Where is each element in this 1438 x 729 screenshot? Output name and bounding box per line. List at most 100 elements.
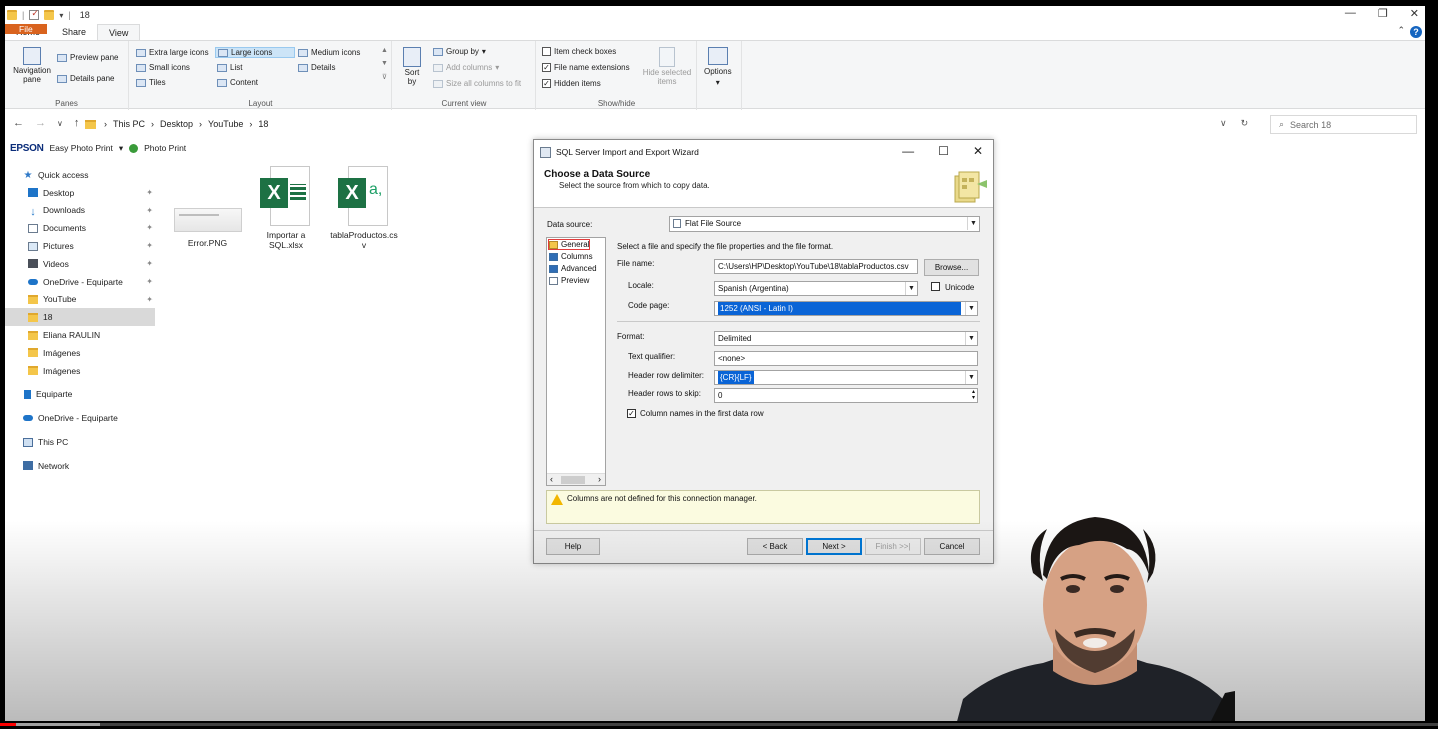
extra-large-icons-option[interactable]: Extra large icons xyxy=(136,48,209,57)
scroll-left-icon[interactable]: ‹ xyxy=(550,474,553,484)
locale-select[interactable]: Spanish (Argentina) ▼ xyxy=(714,281,918,296)
medium-icons-option[interactable]: Medium icons xyxy=(298,48,360,57)
recent-locations-icon[interactable]: ∨ xyxy=(57,119,63,129)
code-page-select[interactable]: 1252 (ANSI - Latin I) ▼ xyxy=(714,301,978,316)
folder-icon xyxy=(28,312,38,322)
photo-print-button[interactable]: Photo Print xyxy=(144,143,186,153)
collapse-ribbon-icon[interactable]: ⌃ xyxy=(1397,25,1405,36)
large-icons-option[interactable]: Large icons xyxy=(215,47,295,58)
tab-share[interactable]: Share xyxy=(51,24,97,40)
nav-item-onedrive-equiparte[interactable]: OneDrive - Equiparte ✦ xyxy=(5,273,155,291)
nav-item-18[interactable]: 18 xyxy=(5,308,155,327)
nav-quick-access[interactable]: ★ Quick access xyxy=(5,166,155,184)
options-button[interactable]: Options ▾ xyxy=(704,47,732,87)
address-dropdown-icon[interactable]: ∨ xyxy=(1220,118,1227,129)
scroll-right-icon[interactable]: › xyxy=(598,474,601,484)
nav-onedrive[interactable]: OneDrive - Equiparte xyxy=(5,409,155,427)
nav-item-downloads[interactable]: ↓ Downloads ✦ xyxy=(5,202,155,220)
breadcrumb-18[interactable]: 18 xyxy=(258,119,268,129)
tab-view[interactable]: View xyxy=(97,24,141,40)
properties-icon[interactable] xyxy=(29,8,40,20)
details-pane-button[interactable]: Details pane xyxy=(57,74,114,83)
nav-item-imagenes-2[interactable]: Imágenes xyxy=(5,362,155,380)
file-name-input[interactable]: C:\Users\HP\Desktop\YouTube\18\tablaProd… xyxy=(714,259,918,274)
tree-item-advanced[interactable]: Advanced xyxy=(549,264,597,273)
easy-photo-print-dropdown-icon[interactable]: ▾ xyxy=(119,143,123,154)
nav-item-desktop[interactable]: Desktop ✦ xyxy=(5,184,155,202)
text-qualifier-input[interactable]: <none> xyxy=(714,351,978,366)
header-rows-to-skip-stepper[interactable]: 0 ▴ ▾ xyxy=(714,388,978,403)
preview-pane-button[interactable]: Preview pane xyxy=(57,53,118,62)
size-all-columns-button[interactable]: Size all columns to fit xyxy=(433,79,521,88)
tree-item-general[interactable]: General xyxy=(547,239,591,250)
details-option[interactable]: Details xyxy=(298,63,335,72)
nav-item-pictures[interactable]: Pictures ✦ xyxy=(5,237,155,255)
format-select[interactable]: Delimited ▼ xyxy=(714,331,978,346)
column-names-checkbox[interactable]: ✓ xyxy=(627,409,636,418)
tiles-option[interactable]: Tiles xyxy=(136,78,166,87)
nav-item-eliana-raulin[interactable]: Eliana RAULIN xyxy=(5,326,155,344)
file-item-error-png[interactable]: Error.PNG xyxy=(170,168,245,248)
breadcrumb-youtube[interactable]: YouTube xyxy=(208,119,243,129)
help-icon[interactable]: ? xyxy=(1410,26,1422,38)
breadcrumb-desktop[interactable]: Desktop xyxy=(160,119,193,129)
easy-photo-print-button[interactable]: Easy Photo Print xyxy=(50,143,113,153)
forward-icon[interactable]: → xyxy=(35,117,46,129)
video-progress-bar[interactable] xyxy=(0,721,1438,729)
item-check-boxes-toggle[interactable]: Item check boxes xyxy=(542,47,616,56)
qat-dropdown-icon[interactable]: ▾ xyxy=(59,11,63,20)
browse-button[interactable]: Browse... xyxy=(924,259,979,276)
list-option[interactable]: List xyxy=(217,63,242,72)
hidden-items-toggle[interactable]: ✓ Hidden items xyxy=(542,79,601,88)
dialog-maximize-button[interactable]: ☐ xyxy=(938,144,949,158)
dialog-close-button[interactable]: ✕ xyxy=(973,144,983,158)
content-option[interactable]: Content xyxy=(217,78,258,87)
nav-equiparte[interactable]: Equiparte xyxy=(5,386,155,404)
refresh-icon[interactable]: ↻ xyxy=(1241,118,1249,129)
file-item-importar-a-sql-xlsx[interactable]: X Importar a SQL.xlsx xyxy=(252,166,320,250)
file-item-tablaproductos-csv[interactable]: X a, tablaProductos.csv xyxy=(327,166,401,250)
navigation-pane-button[interactable]: Navigation pane xyxy=(11,47,53,85)
help-button[interactable]: Help xyxy=(546,538,600,555)
address-row: ← → ∨ ↑ › This PC › Desktop › YouTube › … xyxy=(5,115,1425,134)
stepper-arrows-icon[interactable]: ▴ ▾ xyxy=(972,389,975,401)
back-button[interactable]: < Back xyxy=(747,538,803,555)
add-columns-button[interactable]: Add columns ▾ xyxy=(433,63,499,72)
group-by-button[interactable]: Group by ▾ xyxy=(433,47,486,56)
dialog-subheading: Select the source from which to copy dat… xyxy=(559,181,710,190)
nav-item-youtube[interactable]: YouTube ✦ xyxy=(5,291,155,309)
up-icon[interactable]: ↑ xyxy=(74,117,80,129)
back-icon[interactable]: ← xyxy=(13,117,24,129)
tree-item-columns[interactable]: Columns xyxy=(549,252,593,261)
breadcrumb-this-pc[interactable]: This PC xyxy=(113,119,145,129)
unicode-checkbox[interactable] xyxy=(931,282,940,291)
minimize-button[interactable]: — xyxy=(1345,7,1356,20)
header-row-delimiter-select[interactable]: {CR}{LF} ▼ xyxy=(714,370,978,385)
finish-button[interactable]: Finish >>| xyxy=(865,538,921,555)
close-button[interactable]: ✕ xyxy=(1410,7,1419,20)
details-pane-icon xyxy=(57,74,67,83)
videos-icon xyxy=(28,259,38,269)
file-name-extensions-toggle[interactable]: ✓ File name extensions xyxy=(542,63,630,72)
title-bar: | ▾ | 18 — ❐ ✕ xyxy=(5,6,1425,24)
nav-item-videos[interactable]: Videos ✦ xyxy=(5,255,155,273)
sort-by-button[interactable]: Sort by xyxy=(403,47,421,87)
small-icons-option[interactable]: Small icons xyxy=(136,63,190,72)
tree-horizontal-scrollbar[interactable]: ‹ › xyxy=(547,473,605,485)
address-bar[interactable]: › This PC › Desktop › YouTube › 18 xyxy=(85,115,1260,133)
hide-selected-items-button[interactable]: Hide selected items xyxy=(641,47,693,87)
tree-item-preview[interactable]: Preview xyxy=(549,276,589,285)
dialog-minimize-button[interactable]: — xyxy=(902,144,914,158)
tab-file[interactable]: File xyxy=(5,24,47,35)
search-input[interactable]: ⌕ Search 18 xyxy=(1270,115,1417,134)
nav-item-documents[interactable]: Documents ✦ xyxy=(5,219,155,237)
nav-this-pc[interactable]: This PC xyxy=(5,433,155,451)
maximize-button[interactable]: ❐ xyxy=(1378,7,1388,20)
layout-scroll[interactable]: ▲ ▼ ⊽ xyxy=(381,47,388,81)
nav-network[interactable]: Network xyxy=(5,457,155,475)
next-button[interactable]: Next > xyxy=(806,538,862,555)
data-source-select[interactable]: Flat File Source ▼ xyxy=(669,216,980,232)
nav-item-imagenes[interactable]: Imágenes xyxy=(5,344,155,362)
new-folder-icon[interactable] xyxy=(44,10,55,20)
search-placeholder: Search 18 xyxy=(1290,119,1332,130)
